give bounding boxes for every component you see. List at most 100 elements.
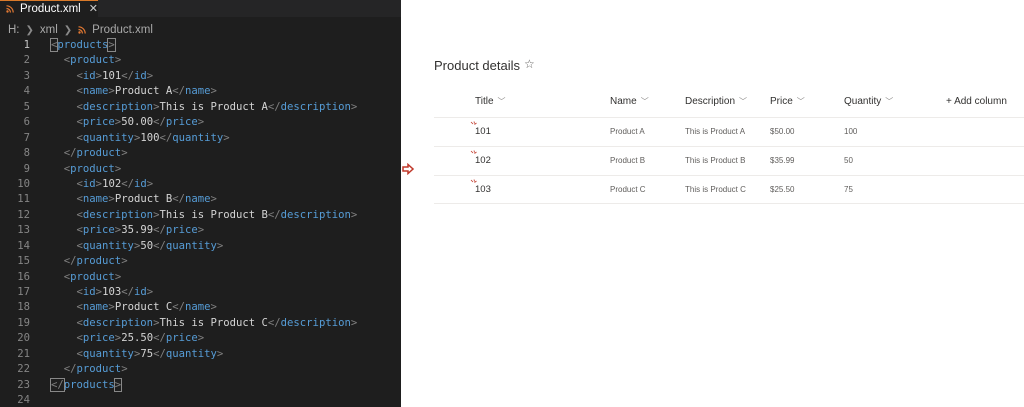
column-header-description[interactable]: Description ﹀ — [685, 96, 747, 107]
code-line: 6 <price>50.00</price> — [0, 115, 401, 130]
code-text: <id>102</id> — [76, 177, 154, 190]
line-number: 12 — [17, 208, 30, 221]
column-header-label: Title — [475, 96, 494, 107]
list-row[interactable]: 103 Product C This is Product C $25.50 7… — [434, 175, 1024, 204]
code-text: <products> — [49, 38, 116, 52]
cell-quantity: 50 — [844, 156, 853, 165]
column-header-label: Quantity — [844, 96, 882, 107]
cell-description: This is Product C — [685, 185, 746, 194]
code-text: </product> — [63, 255, 128, 268]
cell-quantity: 75 — [844, 185, 853, 194]
code-text: <price>25.50</price> — [76, 332, 205, 345]
column-header-name[interactable]: Name ﹀ — [610, 96, 649, 107]
breadcrumb-drive[interactable]: H: — [8, 24, 20, 36]
column-header-title[interactable]: Title ﹀ — [475, 96, 506, 107]
code-line: 8 </product> — [0, 146, 401, 161]
code-text: <name>Product A</name> — [76, 85, 217, 98]
column-header-label: Description — [685, 96, 736, 107]
cell-title[interactable]: 102 — [475, 155, 491, 166]
code-text: </product> — [63, 147, 128, 160]
line-number: 18 — [17, 301, 30, 314]
code-line: 22 </product> — [0, 362, 401, 377]
rss-icon — [78, 26, 86, 34]
code-text: </products> — [50, 377, 123, 392]
chevron-down-icon: ﹀ — [497, 97, 506, 106]
line-number: 7 — [23, 131, 30, 144]
code-line: 11 <name>Product B</name> — [0, 192, 401, 207]
cell-price: $50.00 — [770, 127, 795, 136]
code-text: <description>This is Product C</descript… — [76, 316, 358, 329]
tab-product-xml[interactable]: Product.xml ✕ — [0, 0, 98, 17]
line-number: 19 — [17, 316, 30, 329]
line-number: 21 — [17, 347, 30, 360]
line-number: 10 — [17, 177, 30, 190]
cell-title[interactable]: 101 — [475, 126, 491, 137]
code-line: 19 <description>This is Product C</descr… — [0, 316, 401, 331]
cell-description: This is Product B — [685, 156, 746, 165]
chevron-down-icon: ﹀ — [739, 97, 748, 106]
code-line: 3 <id>101</id> — [0, 69, 401, 84]
line-number: 5 — [23, 100, 30, 113]
list-row[interactable]: 102 Product B This is Product B $35.99 5… — [434, 146, 1024, 175]
line-number: 13 — [17, 224, 30, 237]
line-number: 17 — [17, 286, 30, 298]
line-number: 3 — [23, 69, 30, 82]
cell-name: Product C — [610, 185, 646, 194]
code-line: 24 — [0, 393, 401, 407]
code-line: 12 <description>This is Product B</descr… — [0, 208, 401, 223]
code-line: 20 <price>25.50</price> — [0, 331, 401, 346]
list-row[interactable]: 101 Product A This is Product A $50.00 1… — [434, 117, 1024, 146]
code-text: <quantity>100</quantity> — [76, 131, 230, 144]
code-line: 13 <price>35.99</price> — [0, 223, 401, 238]
cell-title[interactable]: 103 — [475, 184, 491, 195]
code-line: 2 <product> — [0, 53, 401, 68]
code-text: <product> — [63, 54, 122, 67]
code-text: <description>This is Product A</descript… — [76, 100, 358, 113]
star-icon[interactable]: ☆ — [524, 57, 535, 71]
cell-description: This is Product A — [685, 127, 746, 136]
close-icon[interactable]: ✕ — [89, 3, 98, 15]
breadcrumb-folder[interactable]: xml — [40, 24, 58, 36]
line-number: 4 — [23, 85, 30, 98]
line-number: 9 — [23, 162, 30, 175]
code-line: 15 </product> — [0, 254, 401, 269]
column-header-price[interactable]: Price ﹀ — [770, 96, 805, 107]
code-line: 4 <name>Product A</name> — [0, 84, 401, 99]
code-text: <name>Product C</name> — [76, 301, 217, 314]
code-area[interactable]: 1 <products> 2 <product> 3 <id>101</id> 4… — [0, 38, 401, 407]
code-line: 17 <id>103</id> — [0, 285, 401, 300]
cell-name: Product B — [610, 156, 646, 165]
code-line: 7 <quantity>100</quantity> — [0, 131, 401, 146]
cell-name: Product A — [610, 127, 645, 136]
line-number: 20 — [17, 332, 30, 345]
line-number: 15 — [17, 255, 30, 268]
chevron-right-icon: ❯ — [25, 24, 34, 36]
code-text: <quantity>50</quantity> — [76, 239, 224, 252]
breadcrumb-file[interactable]: Product.xml — [92, 24, 153, 36]
cell-price: $25.50 — [770, 185, 795, 194]
column-header-quantity[interactable]: Quantity ﹀ — [844, 96, 893, 107]
code-line: 16 <product> — [0, 270, 401, 285]
rss-icon — [6, 5, 14, 13]
code-line: 5 <description>This is Product A</descri… — [0, 100, 401, 115]
line-number: 23 — [17, 378, 30, 391]
code-line: 14 <quantity>50</quantity> — [0, 239, 401, 254]
column-header-label: Name — [610, 96, 637, 107]
code-text: <id>101</id> — [76, 69, 154, 82]
code-text: <id>103</id> — [76, 286, 154, 298]
code-line: 10 <id>102</id> — [0, 177, 401, 192]
list-title: Product details — [434, 58, 520, 73]
chevron-down-icon: ﹀ — [796, 97, 805, 106]
code-text: <description>This is Product B</descript… — [76, 208, 358, 221]
code-text: <price>35.99</price> — [76, 224, 205, 237]
code-line: 9 <product> — [0, 162, 401, 177]
cell-quantity: 100 — [844, 127, 858, 136]
add-column-button[interactable]: + Add column — [946, 96, 1007, 107]
code-line: 1 <products> — [0, 38, 401, 53]
code-text: <price>50.00</price> — [76, 116, 205, 129]
line-number: 24 — [17, 394, 30, 407]
tab-bar: Product.xml ✕ — [0, 0, 401, 17]
cell-price: $35.99 — [770, 156, 795, 165]
line-number: 1 — [23, 39, 30, 51]
code-text: <quantity>75</quantity> — [76, 347, 224, 360]
